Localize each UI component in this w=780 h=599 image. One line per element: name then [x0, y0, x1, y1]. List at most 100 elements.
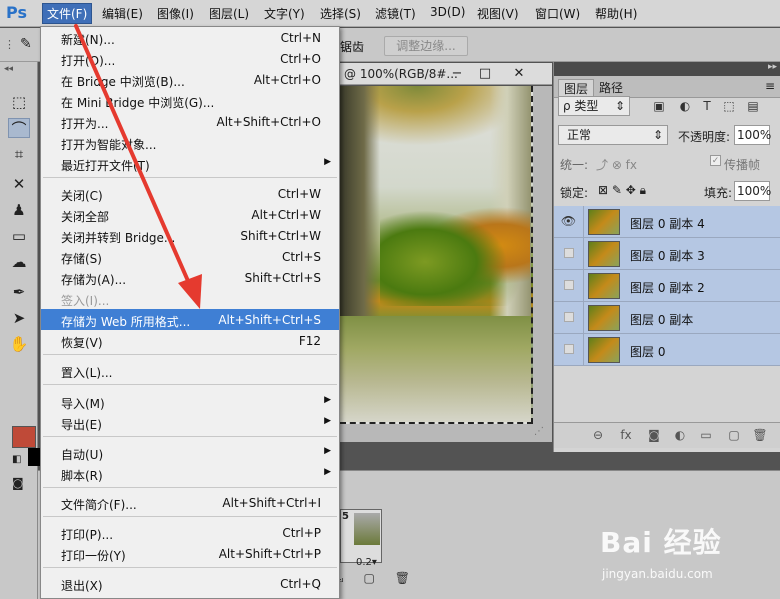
add-mask-icon[interactable]: ◙: [646, 428, 662, 444]
visibility-toggle[interactable]: [554, 302, 584, 333]
item-label: 导出(E): [61, 418, 102, 432]
quick-mask-icon[interactable]: ◙: [12, 476, 24, 490]
layer-kind-filter[interactable]: ρ 类型 ⇕: [558, 96, 630, 116]
menu-item-import[interactable]: 导入(M) ▶: [41, 391, 339, 412]
path-select-tool-icon[interactable]: ➤: [8, 308, 30, 328]
menu-item-browse-mini-bridge[interactable]: 在 Mini Bridge 中浏览(G)...: [41, 90, 339, 111]
menu-item-print[interactable]: 打印(P)... Ctrl+P: [41, 522, 339, 543]
maximize-button[interactable]: □: [472, 65, 498, 82]
visibility-toggle[interactable]: [554, 238, 584, 269]
eyedropper-tool-icon[interactable]: ✕: [8, 174, 30, 194]
tab-layers[interactable]: 图层: [558, 79, 595, 97]
fill-input[interactable]: 100%: [734, 181, 771, 201]
menu-item-close-all[interactable]: 关闭全部 Alt+Ctrl+W: [41, 204, 339, 225]
menu-view[interactable]: 视图(V): [477, 5, 519, 22]
layer-name: 图层 0 副本 4: [630, 217, 705, 231]
menu-item-export[interactable]: 导出(E) ▶: [41, 412, 339, 433]
menu-file[interactable]: 文件(F): [42, 3, 93, 24]
delete-frame-icon[interactable]: 🗑︎: [395, 571, 410, 585]
pixel-filter-icon[interactable]: ▣: [652, 99, 666, 113]
menu-item-open-smart-object[interactable]: 打开为智能对象...: [41, 132, 339, 153]
visibility-eye-icon[interactable]: 👁︎: [554, 206, 584, 237]
menu-item-scripts[interactable]: 脚本(R) ▶: [41, 463, 339, 484]
frame-delay[interactable]: 0.2▾: [356, 557, 377, 568]
menu-item-recent-files[interactable]: 最近打开文件(T) ▶: [41, 153, 339, 174]
close-button[interactable]: ✕: [506, 65, 532, 82]
refine-edge-button[interactable]: 调整边缘...: [384, 36, 468, 56]
collapse-icon[interactable]: ◂◂: [4, 64, 13, 74]
menu-item-open-as[interactable]: 打开为... Alt+Shift+Ctrl+O: [41, 111, 339, 132]
menu-item-check-in: 签入(I)...: [41, 288, 339, 309]
menu-item-close-go-bridge[interactable]: 关闭并转到 Bridge... Shift+Ctrl+W: [41, 225, 339, 246]
menu-image[interactable]: 图像(I): [157, 5, 194, 22]
adjustment-layer-icon[interactable]: ◐: [672, 428, 688, 444]
menu-item-save-for-web[interactable]: 存储为 Web 所用格式... Alt+Shift+Ctrl+S: [41, 309, 339, 330]
menu-edit[interactable]: 编辑(E): [102, 5, 143, 22]
blend-mode-select[interactable]: 正常 ⇕: [558, 125, 668, 145]
menu-item-open[interactable]: 打开(O)... Ctrl+O: [41, 48, 339, 69]
frame-number: 5: [342, 511, 349, 522]
menu-item-exit[interactable]: 退出(X) Ctrl+Q: [41, 573, 339, 594]
marquee-tool-icon[interactable]: ⬚: [8, 92, 30, 112]
propagate-checkbox[interactable]: ✓: [710, 155, 721, 166]
layer-row[interactable]: 图层 0 副本: [554, 302, 780, 334]
document-canvas[interactable]: ⋰: [340, 86, 552, 442]
menu-layer[interactable]: 图层(L): [209, 5, 249, 22]
lasso-tool-icon[interactable]: ⌒: [8, 118, 30, 138]
visibility-toggle[interactable]: [554, 270, 584, 301]
menu-item-close[interactable]: 关闭(C) Ctrl+W: [41, 183, 339, 204]
default-colors-icon[interactable]: ◧: [12, 454, 21, 465]
foreground-color-swatch[interactable]: [12, 426, 36, 448]
eraser-tool-icon[interactable]: ▭: [8, 226, 30, 246]
unify-icons[interactable]: ⤴ ⊗ fx: [596, 156, 637, 173]
layer-row[interactable]: 图层 0 副本 3: [554, 238, 780, 270]
lock-icons[interactable]: ⊠ ✎ ✥ 🔒︎: [598, 183, 646, 198]
type-filter-icon[interactable]: T: [700, 99, 714, 113]
menu-item-file-info[interactable]: 文件简介(F)... Alt+Shift+Ctrl+I: [41, 492, 339, 513]
item-label: 退出(X): [61, 579, 103, 593]
duplicate-frame-icon[interactable]: ▢: [364, 571, 375, 585]
new-layer-icon[interactable]: ▢: [726, 428, 742, 444]
layer-row[interactable]: 图层 0 副本 2: [554, 270, 780, 302]
menu-window[interactable]: 窗口(W): [535, 5, 580, 22]
layer-row[interactable]: 👁︎ 图层 0 副本 4: [554, 206, 780, 238]
menu-item-save[interactable]: 存储(S) Ctrl+S: [41, 246, 339, 267]
shape-filter-icon[interactable]: ⬚: [722, 99, 736, 113]
opacity-input[interactable]: 100%: [734, 125, 771, 145]
menu-item-new[interactable]: 新建(N)... Ctrl+N: [41, 27, 339, 48]
menu-filter[interactable]: 滤镜(T): [375, 5, 416, 22]
menu-help[interactable]: 帮助(H): [595, 5, 637, 22]
panel-collapse-icon[interactable]: ▸▸: [768, 62, 777, 72]
anti-alias-label: 锯齿: [340, 40, 365, 54]
item-shortcut: F12: [298, 334, 321, 348]
delete-layer-icon[interactable]: 🗑︎: [752, 428, 768, 444]
visibility-toggle[interactable]: [554, 334, 584, 365]
menu-item-automate[interactable]: 自动(U) ▶: [41, 442, 339, 463]
layer-row[interactable]: 图层 0: [554, 334, 780, 366]
smart-filter-icon[interactable]: ▤: [746, 99, 760, 113]
hand-tool-icon[interactable]: ✋: [8, 334, 30, 354]
menu-type[interactable]: 文字(Y): [264, 5, 305, 22]
menu-3d[interactable]: 3D(D): [430, 5, 465, 19]
blur-tool-icon[interactable]: ☁: [8, 252, 30, 272]
pen-tool-icon[interactable]: ✒: [8, 282, 30, 302]
background-color-swatch[interactable]: [28, 448, 40, 466]
menu-select[interactable]: 选择(S): [320, 5, 361, 22]
stamp-tool-icon[interactable]: ♟: [8, 200, 30, 220]
lasso-tool-preset-icon[interactable]: ✎: [20, 36, 32, 52]
menu-item-revert[interactable]: 恢复(V) F12: [41, 330, 339, 351]
photo-trees: [380, 196, 530, 306]
crop-tool-icon[interactable]: ⌗: [8, 144, 30, 164]
fx-icon[interactable]: fx: [618, 428, 634, 444]
new-group-icon[interactable]: ▭: [698, 428, 714, 444]
menu-item-print-one-copy[interactable]: 打印一份(Y) Alt+Shift+Ctrl+P: [41, 543, 339, 564]
minimize-button[interactable]: −: [444, 65, 470, 82]
resize-grip-icon[interactable]: ⋰: [534, 426, 544, 437]
menu-item-browse-bridge[interactable]: 在 Bridge 中浏览(B)... Alt+Ctrl+O: [41, 69, 339, 90]
tab-paths[interactable]: 路径: [594, 79, 628, 97]
panel-menu-icon[interactable]: ≡: [765, 79, 775, 93]
link-layers-icon[interactable]: ⊖: [590, 428, 606, 444]
menu-item-place[interactable]: 置入(L)...: [41, 360, 339, 381]
menu-item-save-as[interactable]: 存储为(A)... Shift+Ctrl+S: [41, 267, 339, 288]
adjust-filter-icon[interactable]: ◐: [678, 99, 692, 113]
